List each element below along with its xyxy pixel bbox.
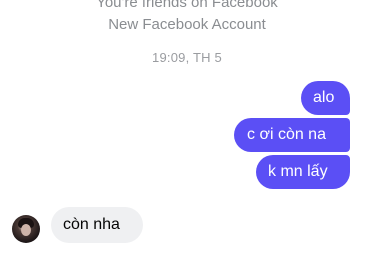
message-timestamp: 19:09, TH 5 bbox=[152, 50, 222, 65]
outgoing-message[interactable]: k mn lấy bbox=[256, 155, 350, 189]
outgoing-message[interactable]: alo bbox=[301, 81, 350, 115]
avatar-face-shape bbox=[21, 224, 31, 236]
incoming-message[interactable]: còn nha bbox=[51, 207, 143, 243]
friends-notice: You're friends on Facebook bbox=[96, 0, 278, 11]
contact-avatar[interactable] bbox=[12, 215, 40, 243]
account-notice: New Facebook Account bbox=[108, 16, 266, 33]
outgoing-message[interactable]: c ơi còn na bbox=[234, 118, 350, 152]
